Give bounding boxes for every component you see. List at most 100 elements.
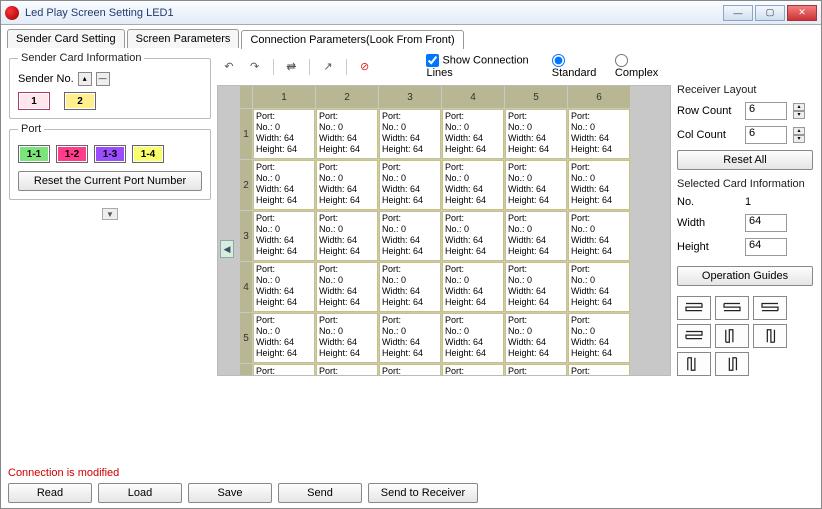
row-dn[interactable]: ▾ xyxy=(793,111,805,119)
receiver-cell[interactable]: Port:No.: 0Width: 64Height: 64 xyxy=(568,313,630,363)
port-1-2[interactable]: 1-2 xyxy=(56,145,88,163)
show-lines-checkbox[interactable]: Show Connection Lines xyxy=(426,54,541,79)
port-1-1[interactable]: 1-1 xyxy=(18,145,50,163)
clear-icon[interactable]: ⇄ xyxy=(283,59,299,75)
receiver-cell[interactable]: Port:No.: 0Width: 64Height: 64 xyxy=(379,160,441,210)
port-group: Port 1-1 1-2 1-3 1-4 Reset the Current P… xyxy=(9,123,211,200)
save-button[interactable]: Save xyxy=(188,483,272,503)
expand-down-button[interactable]: ▼ xyxy=(102,208,118,220)
tab-connection-params[interactable]: Connection Parameters(Look From Front) xyxy=(241,30,463,49)
receiver-cell[interactable]: Port:No.: 0Width: 64Height: 64 xyxy=(316,211,378,261)
receiver-cell[interactable]: Port:No.: 0Width: 64Height: 64 xyxy=(379,211,441,261)
receiver-cell[interactable]: Port:No.: 0Width: 64Height: 64 xyxy=(568,160,630,210)
receiver-cell[interactable]: Port:No.: 0Width: 64Height: 64 xyxy=(568,262,630,312)
status-text: Connection is modified xyxy=(8,467,478,479)
row-header: 5 xyxy=(240,313,252,363)
receiver-cell[interactable]: Port:No.: 0Width: 64Height: 64 xyxy=(568,109,630,159)
op-down-left[interactable] xyxy=(753,324,787,348)
sender-no-down[interactable]: — xyxy=(96,72,110,86)
receiver-cell[interactable]: Port:No.: 0Width: 64Height: 64 xyxy=(253,109,315,159)
op-up-right[interactable] xyxy=(677,352,711,376)
receiver-cell[interactable]: Port:No.: 0Width: 64Height: 64 xyxy=(253,313,315,363)
port-1-4[interactable]: 1-4 xyxy=(132,145,164,163)
receiver-cell[interactable]: Port:No.: 0Width: 64Height: 64 xyxy=(442,160,504,210)
scroll-left-button[interactable]: ◀ xyxy=(220,240,234,258)
toolbar: ↶ ↷ ⇄ ↗ ⊘ Show Connection Lines Standard… xyxy=(217,52,671,85)
receiver-cell[interactable]: Port:No.: 0Width: 64Height: 64 xyxy=(442,313,504,363)
row-header: 2 xyxy=(240,160,252,210)
receiver-cell[interactable]: Port:No.: 0Width: 64Height: 64 xyxy=(316,109,378,159)
sender-chip-1[interactable]: 1 xyxy=(18,92,50,110)
sender-chip-2[interactable]: 2 xyxy=(64,92,96,110)
receiver-cell[interactable]: Port:No.: 0Width: 64Height: 64 xyxy=(316,160,378,210)
maximize-button[interactable]: ▢ xyxy=(755,5,785,21)
reset-port-button[interactable]: Reset the Current Port Number xyxy=(18,171,202,191)
receiver-cell[interactable]: Port:No.: 0Width: 64Height: 64 xyxy=(505,109,567,159)
op-left-up[interactable] xyxy=(677,324,711,348)
sel-width-input[interactable]: 64 xyxy=(745,214,787,232)
receiver-cell[interactable]: Port:No.: 0Width: 64Height: 64 xyxy=(253,160,315,210)
send-button[interactable]: Send xyxy=(278,483,362,503)
delete-icon[interactable]: ⊘ xyxy=(357,59,373,75)
sender-card-info: Sender Card Information Sender No. ▴ — 1… xyxy=(9,52,211,119)
port-1-3[interactable]: 1-3 xyxy=(94,145,126,163)
receiver-cell[interactable]: Port:No.: 0Width: 64Height: 64 xyxy=(253,262,315,312)
col-header: 5 xyxy=(505,86,567,108)
op-up-left[interactable] xyxy=(715,352,749,376)
send-to-receiver-button[interactable]: Send to Receiver xyxy=(368,483,478,503)
selected-card-title: Selected Card Information xyxy=(677,178,813,190)
receiver-cell[interactable]: Port:No.: 0Width: 64Height: 64 xyxy=(442,364,504,376)
col-up[interactable]: ▴ xyxy=(793,127,805,135)
redo-icon[interactable]: ↷ xyxy=(247,59,263,75)
row-header: 4 xyxy=(240,262,252,312)
receiver-cell[interactable]: Port:No.: 0Width: 64Height: 64 xyxy=(316,313,378,363)
op-right-up[interactable] xyxy=(753,296,787,320)
receiver-cell[interactable]: Port:No.: 0Width: 64Height: 64 xyxy=(442,109,504,159)
receiver-cell[interactable]: Port:No.: 0Width: 64Height: 64 xyxy=(379,109,441,159)
receiver-cell[interactable]: Port:No.: 0Width: 64Height: 64 xyxy=(253,364,315,376)
op-down-right[interactable] xyxy=(715,324,749,348)
row-up[interactable]: ▴ xyxy=(793,103,805,111)
grid-area: ◀ 1234561Port:No.: 0Width: 64Height: 64P… xyxy=(217,85,671,376)
op-left-down[interactable] xyxy=(715,296,749,320)
receiver-cell[interactable]: Port:No.: 0Width: 64Height: 64 xyxy=(379,364,441,376)
tab-screen-params[interactable]: Screen Parameters xyxy=(127,29,240,48)
complex-radio[interactable]: Complex xyxy=(615,54,667,79)
receiver-cell[interactable]: Port:No.: 0Width: 64Height: 64 xyxy=(568,211,630,261)
sel-height-input[interactable]: 64 xyxy=(745,238,787,256)
receiver-cell[interactable]: Port:No.: 0Width: 64Height: 64 xyxy=(442,211,504,261)
minimize-button[interactable]: — xyxy=(723,5,753,21)
row-count-input[interactable]: 6 xyxy=(745,102,787,120)
receiver-cell[interactable]: Port:No.: 0Width: 64Height: 64 xyxy=(505,262,567,312)
receiver-cell[interactable]: Port:No.: 0Width: 64Height: 64 xyxy=(505,211,567,261)
read-button[interactable]: Read xyxy=(8,483,92,503)
receiver-cell[interactable]: Port:No.: 0Width: 64Height: 64 xyxy=(253,211,315,261)
receiver-cell[interactable]: Port:No.: 0Width: 64Height: 64 xyxy=(442,262,504,312)
row-header: 1 xyxy=(240,109,252,159)
path-icon[interactable]: ↗ xyxy=(320,59,336,75)
receiver-cell[interactable]: Port:No.: 0Width: 64Height: 64 xyxy=(505,160,567,210)
receiver-cell[interactable]: Port:No.: 0Width: 64Height: 64 xyxy=(379,313,441,363)
sender-info-legend: Sender Card Information xyxy=(18,52,144,64)
reset-all-button[interactable]: Reset All xyxy=(677,150,813,170)
sel-height-label: Height xyxy=(677,241,739,253)
op-right-down[interactable] xyxy=(677,296,711,320)
load-button[interactable]: Load xyxy=(98,483,182,503)
receiver-cell[interactable]: Port:No.: 0Width: 64Height: 64 xyxy=(316,262,378,312)
window-title: Led Play Screen Setting LED1 xyxy=(25,7,723,19)
col-count-input[interactable]: 6 xyxy=(745,126,787,144)
close-button[interactable]: ✕ xyxy=(787,5,817,21)
receiver-cell[interactable]: Port:No.: 0Width: 64Height: 64 xyxy=(316,364,378,376)
tab-sender-card[interactable]: Sender Card Setting xyxy=(7,29,125,48)
receiver-cell[interactable]: Port:No.: 0Width: 64Height: 64 xyxy=(379,262,441,312)
standard-radio[interactable]: Standard xyxy=(552,54,605,79)
port-legend: Port xyxy=(18,123,44,135)
receiver-cell[interactable]: Port:No.: 0Width: 64Height: 64 xyxy=(568,364,630,376)
receiver-cell[interactable]: Port:No.: 0Width: 64Height: 64 xyxy=(505,364,567,376)
sender-no-label: Sender No. xyxy=(18,73,74,85)
undo-icon[interactable]: ↶ xyxy=(221,59,237,75)
sender-no-up[interactable]: ▴ xyxy=(78,72,92,86)
col-dn[interactable]: ▾ xyxy=(793,135,805,143)
operation-guides-button[interactable]: Operation Guides xyxy=(677,266,813,286)
receiver-cell[interactable]: Port:No.: 0Width: 64Height: 64 xyxy=(505,313,567,363)
